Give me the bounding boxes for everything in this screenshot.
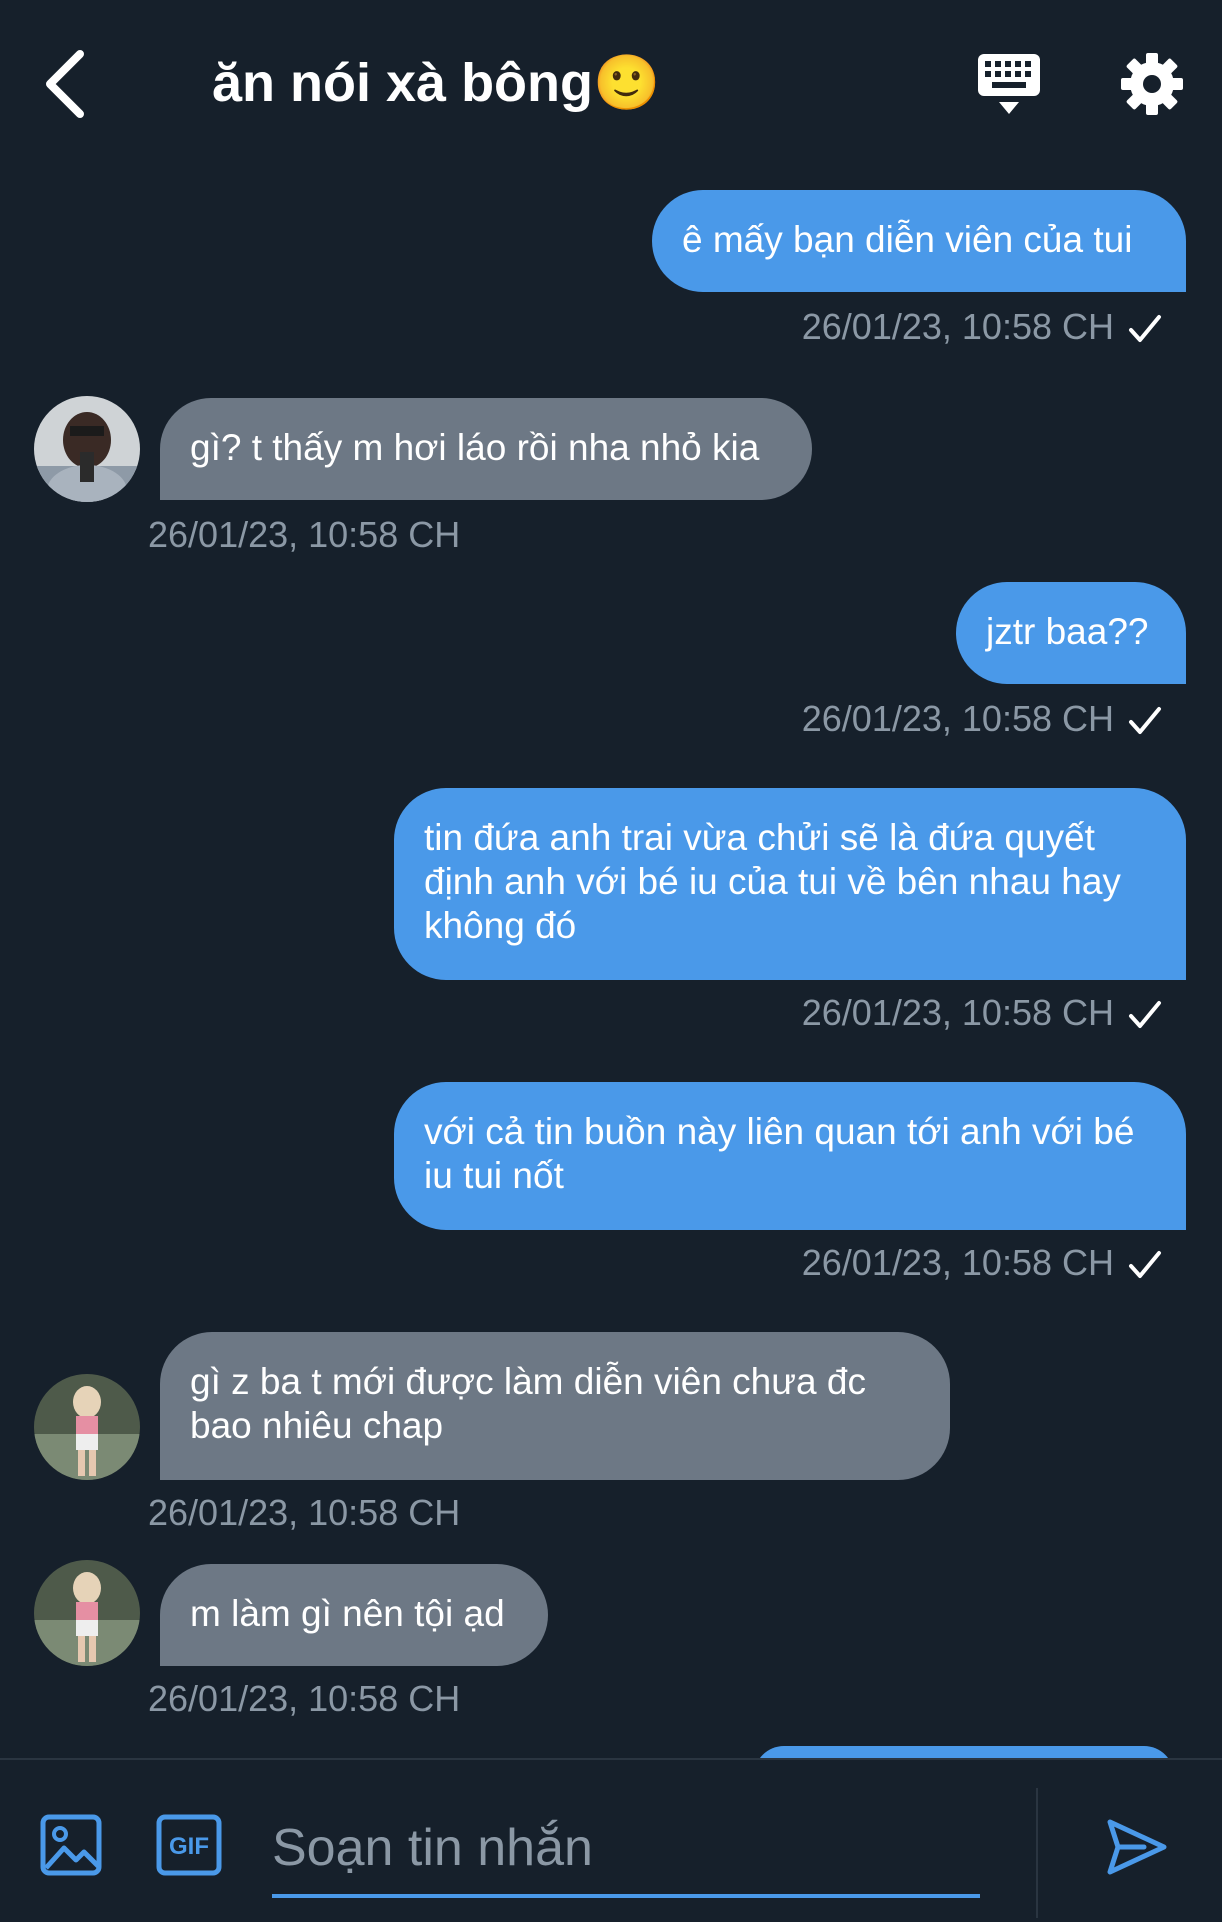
outgoing-message[interactable]: với cả tin buồn này liên quan tới anh vớ… <box>394 1082 1186 1230</box>
incoming-message[interactable]: gì z ba t mới được làm diễn viên chưa đc… <box>160 1332 950 1480</box>
avatar[interactable] <box>34 1374 140 1480</box>
timestamp-text: 26/01/23, 10:58 CH <box>148 514 461 555</box>
message-composer: GIF <box>0 1758 1222 1922</box>
checkmark-icon <box>1129 1251 1161 1279</box>
message-timestamp: 26/01/23, 10:58 CH <box>802 1242 1162 1284</box>
avatar-photo-icon <box>34 1560 140 1666</box>
message-text: jztr baa?? <box>986 611 1149 652</box>
gif-icon: GIF <box>156 1814 222 1876</box>
timestamp-text: 26/01/23, 10:58 CH <box>801 992 1114 1033</box>
outgoing-message[interactable]: ê mấy bạn diễn viên của tui <box>652 190 1186 292</box>
incoming-message[interactable]: m làm gì nên tội ạd <box>160 1564 548 1666</box>
add-image-button[interactable] <box>40 1814 102 1876</box>
timestamp-text: 26/01/23, 10:58 CH <box>801 306 1114 347</box>
outgoing-message[interactable]: tin đứa anh trai vừa chửi sẽ là đứa quyế… <box>394 788 1186 980</box>
message-text: m làm gì nên tội ạd <box>190 1593 505 1634</box>
avatar[interactable] <box>34 1560 140 1666</box>
settings-button[interactable] <box>1118 50 1186 118</box>
checkmark-icon <box>1129 1001 1161 1029</box>
message-list[interactable]: ê mấy bạn diễn viên của tui 26/01/23, 10… <box>0 170 1222 1758</box>
image-icon <box>40 1814 102 1876</box>
message-timestamp: 26/01/23, 10:58 CH <box>802 992 1162 1034</box>
avatar-photo-icon <box>34 1374 140 1480</box>
send-button[interactable] <box>1104 1814 1170 1880</box>
message-input[interactable] <box>272 1802 980 1898</box>
checkmark-icon <box>1129 707 1161 735</box>
outgoing-message-partial[interactable] <box>754 1746 1174 1758</box>
incoming-message[interactable]: gì? t thấy m hơi láo rồi nha nhỏ kia <box>160 398 812 500</box>
message-text: gì z ba t mới được làm diễn viên chưa đc… <box>190 1361 866 1446</box>
conversation-title: ăn nói xà bông🙂 <box>212 53 661 113</box>
message-timestamp: 26/01/23, 10:58 CH <box>148 1678 460 1720</box>
chat-header: ăn nói xà bông🙂 <box>0 0 1222 170</box>
back-button[interactable] <box>38 46 98 122</box>
checkmark-icon <box>1129 315 1161 343</box>
message-timestamp: 26/01/23, 10:58 CH <box>148 1492 460 1534</box>
message-timestamp: 26/01/23, 10:58 CH <box>802 698 1162 740</box>
chevron-left-icon <box>46 50 84 118</box>
message-timestamp: 26/01/23, 10:58 CH <box>802 306 1162 348</box>
outgoing-message[interactable]: jztr baa?? <box>956 582 1186 684</box>
send-icon <box>1107 1819 1167 1875</box>
message-text: với cả tin buồn này liên quan tới anh vớ… <box>424 1111 1135 1196</box>
timestamp-text: 26/01/23, 10:58 CH <box>148 1492 461 1533</box>
add-gif-button[interactable]: GIF <box>156 1814 222 1876</box>
message-text: gì? t thấy m hơi láo rồi nha nhỏ kia <box>190 427 760 468</box>
message-timestamp: 26/01/23, 10:58 CH <box>148 514 460 556</box>
gear-icon <box>1121 53 1183 115</box>
keyboard-icon <box>978 54 1040 114</box>
message-text: ê mấy bạn diễn viên của tui <box>682 219 1133 260</box>
timestamp-text: 26/01/23, 10:58 CH <box>801 698 1114 739</box>
keyboard-button[interactable] <box>976 52 1042 118</box>
timestamp-text: 26/01/23, 10:58 CH <box>148 1678 461 1719</box>
divider <box>1036 1788 1038 1918</box>
timestamp-text: 26/01/23, 10:58 CH <box>801 1242 1114 1283</box>
avatar[interactable] <box>34 396 140 502</box>
svg-text:GIF: GIF <box>169 1833 209 1860</box>
avatar-photo-icon <box>34 396 140 502</box>
message-text: tin đứa anh trai vừa chửi sẽ là đứa quyế… <box>424 817 1121 946</box>
